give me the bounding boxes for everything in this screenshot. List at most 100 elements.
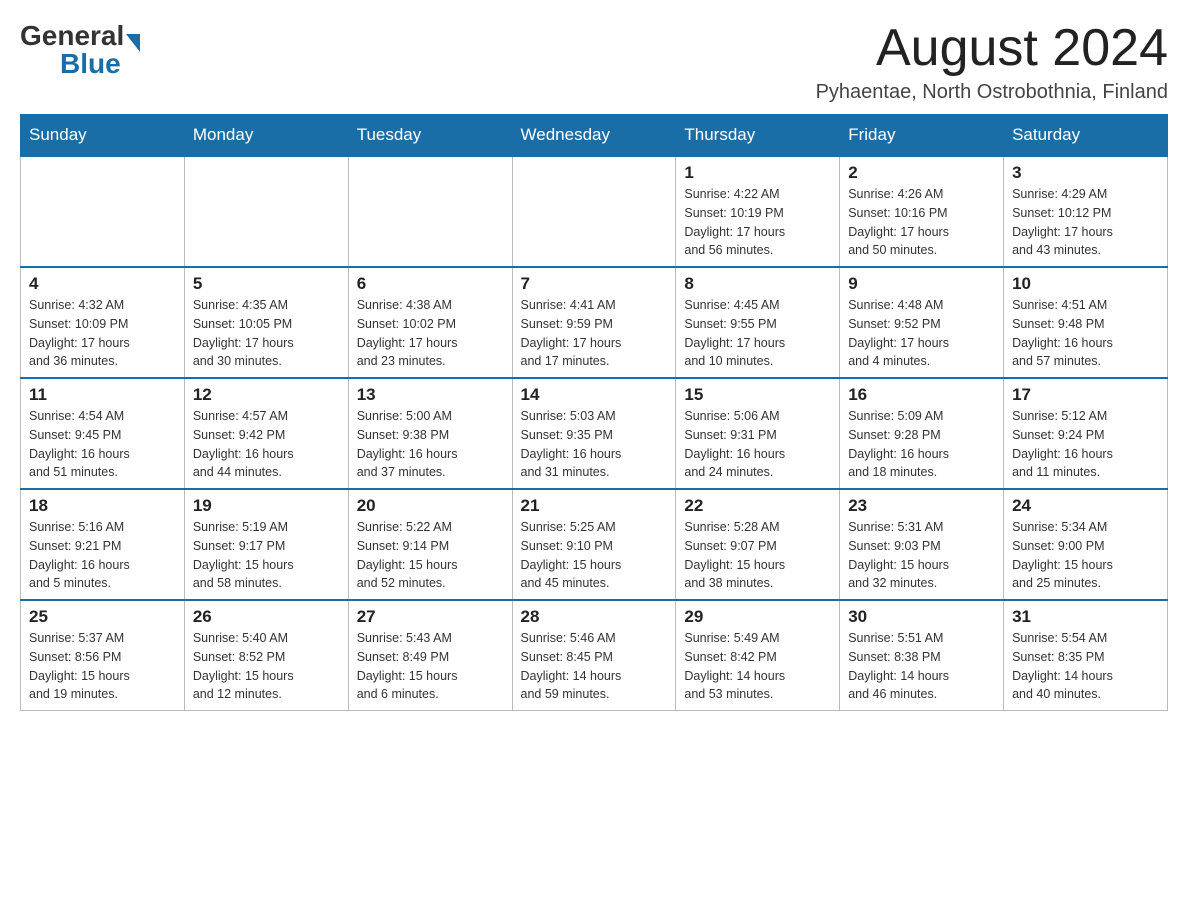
calendar-cell: 22Sunrise: 5:28 AMSunset: 9:07 PMDayligh… — [676, 489, 840, 600]
day-info: Sunrise: 5:25 AMSunset: 9:10 PMDaylight:… — [521, 518, 668, 593]
day-number: 30 — [848, 607, 995, 627]
calendar-cell: 9Sunrise: 4:48 AMSunset: 9:52 PMDaylight… — [840, 267, 1004, 378]
day-number: 2 — [848, 163, 995, 183]
calendar-cell: 15Sunrise: 5:06 AMSunset: 9:31 PMDayligh… — [676, 378, 840, 489]
calendar-cell: 7Sunrise: 4:41 AMSunset: 9:59 PMDaylight… — [512, 267, 676, 378]
calendar-cell: 16Sunrise: 5:09 AMSunset: 9:28 PMDayligh… — [840, 378, 1004, 489]
day-info: Sunrise: 5:37 AMSunset: 8:56 PMDaylight:… — [29, 629, 176, 704]
header-tuesday: Tuesday — [348, 115, 512, 157]
day-number: 26 — [193, 607, 340, 627]
day-number: 13 — [357, 385, 504, 405]
week-row-4: 18Sunrise: 5:16 AMSunset: 9:21 PMDayligh… — [21, 489, 1168, 600]
title-section: August 2024 Pyhaentae, North Ostrobothni… — [816, 20, 1168, 104]
day-info: Sunrise: 5:46 AMSunset: 8:45 PMDaylight:… — [521, 629, 668, 704]
day-number: 18 — [29, 496, 176, 516]
location-title: Pyhaentae, North Ostrobothnia, Finland — [816, 81, 1168, 104]
day-number: 8 — [684, 274, 831, 294]
day-info: Sunrise: 5:51 AMSunset: 8:38 PMDaylight:… — [848, 629, 995, 704]
day-number: 23 — [848, 496, 995, 516]
day-number: 21 — [521, 496, 668, 516]
day-number: 4 — [29, 274, 176, 294]
calendar-cell: 10Sunrise: 4:51 AMSunset: 9:48 PMDayligh… — [1004, 267, 1168, 378]
weekday-header-row: Sunday Monday Tuesday Wednesday Thursday… — [21, 115, 1168, 157]
calendar-cell: 26Sunrise: 5:40 AMSunset: 8:52 PMDayligh… — [184, 600, 348, 711]
logo: General Blue — [20, 20, 140, 80]
day-info: Sunrise: 5:16 AMSunset: 9:21 PMDaylight:… — [29, 518, 176, 593]
day-number: 19 — [193, 496, 340, 516]
week-row-3: 11Sunrise: 4:54 AMSunset: 9:45 PMDayligh… — [21, 378, 1168, 489]
header-sunday: Sunday — [21, 115, 185, 157]
day-number: 15 — [684, 385, 831, 405]
day-info: Sunrise: 5:06 AMSunset: 9:31 PMDaylight:… — [684, 407, 831, 482]
calendar-cell: 24Sunrise: 5:34 AMSunset: 9:00 PMDayligh… — [1004, 489, 1168, 600]
day-info: Sunrise: 4:38 AMSunset: 10:02 PMDaylight… — [357, 296, 504, 371]
day-number: 16 — [848, 385, 995, 405]
day-info: Sunrise: 4:45 AMSunset: 9:55 PMDaylight:… — [684, 296, 831, 371]
day-info: Sunrise: 4:51 AMSunset: 9:48 PMDaylight:… — [1012, 296, 1159, 371]
logo-blue-text: Blue — [60, 48, 121, 80]
calendar-cell: 27Sunrise: 5:43 AMSunset: 8:49 PMDayligh… — [348, 600, 512, 711]
day-info: Sunrise: 4:48 AMSunset: 9:52 PMDaylight:… — [848, 296, 995, 371]
day-info: Sunrise: 5:49 AMSunset: 8:42 PMDaylight:… — [684, 629, 831, 704]
day-info: Sunrise: 5:34 AMSunset: 9:00 PMDaylight:… — [1012, 518, 1159, 593]
day-info: Sunrise: 4:41 AMSunset: 9:59 PMDaylight:… — [521, 296, 668, 371]
calendar-cell — [512, 156, 676, 267]
calendar-cell: 13Sunrise: 5:00 AMSunset: 9:38 PMDayligh… — [348, 378, 512, 489]
day-number: 9 — [848, 274, 995, 294]
page-header: General Blue August 2024 Pyhaentae, Nort… — [20, 20, 1168, 104]
day-number: 24 — [1012, 496, 1159, 516]
day-number: 14 — [521, 385, 668, 405]
day-number: 11 — [29, 385, 176, 405]
week-row-1: 1Sunrise: 4:22 AMSunset: 10:19 PMDayligh… — [21, 156, 1168, 267]
calendar-cell: 5Sunrise: 4:35 AMSunset: 10:05 PMDayligh… — [184, 267, 348, 378]
day-info: Sunrise: 5:28 AMSunset: 9:07 PMDaylight:… — [684, 518, 831, 593]
calendar-cell: 23Sunrise: 5:31 AMSunset: 9:03 PMDayligh… — [840, 489, 1004, 600]
day-number: 1 — [684, 163, 831, 183]
calendar-cell: 11Sunrise: 4:54 AMSunset: 9:45 PMDayligh… — [21, 378, 185, 489]
week-row-2: 4Sunrise: 4:32 AMSunset: 10:09 PMDayligh… — [21, 267, 1168, 378]
day-number: 6 — [357, 274, 504, 294]
calendar-cell: 30Sunrise: 5:51 AMSunset: 8:38 PMDayligh… — [840, 600, 1004, 711]
calendar-cell: 17Sunrise: 5:12 AMSunset: 9:24 PMDayligh… — [1004, 378, 1168, 489]
calendar-cell: 14Sunrise: 5:03 AMSunset: 9:35 PMDayligh… — [512, 378, 676, 489]
calendar-cell: 3Sunrise: 4:29 AMSunset: 10:12 PMDayligh… — [1004, 156, 1168, 267]
day-info: Sunrise: 5:40 AMSunset: 8:52 PMDaylight:… — [193, 629, 340, 704]
day-number: 20 — [357, 496, 504, 516]
day-number: 27 — [357, 607, 504, 627]
calendar-cell — [348, 156, 512, 267]
calendar-table: Sunday Monday Tuesday Wednesday Thursday… — [20, 114, 1168, 711]
calendar-cell: 29Sunrise: 5:49 AMSunset: 8:42 PMDayligh… — [676, 600, 840, 711]
day-info: Sunrise: 5:03 AMSunset: 9:35 PMDaylight:… — [521, 407, 668, 482]
day-info: Sunrise: 5:22 AMSunset: 9:14 PMDaylight:… — [357, 518, 504, 593]
day-number: 10 — [1012, 274, 1159, 294]
calendar-cell — [21, 156, 185, 267]
day-info: Sunrise: 5:12 AMSunset: 9:24 PMDaylight:… — [1012, 407, 1159, 482]
header-saturday: Saturday — [1004, 115, 1168, 157]
day-info: Sunrise: 4:26 AMSunset: 10:16 PMDaylight… — [848, 185, 995, 260]
day-number: 12 — [193, 385, 340, 405]
header-monday: Monday — [184, 115, 348, 157]
day-info: Sunrise: 5:31 AMSunset: 9:03 PMDaylight:… — [848, 518, 995, 593]
day-number: 7 — [521, 274, 668, 294]
day-number: 29 — [684, 607, 831, 627]
calendar-cell: 8Sunrise: 4:45 AMSunset: 9:55 PMDaylight… — [676, 267, 840, 378]
day-number: 31 — [1012, 607, 1159, 627]
calendar-cell: 20Sunrise: 5:22 AMSunset: 9:14 PMDayligh… — [348, 489, 512, 600]
calendar-cell: 21Sunrise: 5:25 AMSunset: 9:10 PMDayligh… — [512, 489, 676, 600]
calendar-cell: 31Sunrise: 5:54 AMSunset: 8:35 PMDayligh… — [1004, 600, 1168, 711]
header-wednesday: Wednesday — [512, 115, 676, 157]
calendar-cell: 28Sunrise: 5:46 AMSunset: 8:45 PMDayligh… — [512, 600, 676, 711]
day-info: Sunrise: 4:54 AMSunset: 9:45 PMDaylight:… — [29, 407, 176, 482]
day-number: 22 — [684, 496, 831, 516]
day-info: Sunrise: 4:57 AMSunset: 9:42 PMDaylight:… — [193, 407, 340, 482]
calendar-cell: 2Sunrise: 4:26 AMSunset: 10:16 PMDayligh… — [840, 156, 1004, 267]
day-info: Sunrise: 4:29 AMSunset: 10:12 PMDaylight… — [1012, 185, 1159, 260]
day-number: 3 — [1012, 163, 1159, 183]
day-info: Sunrise: 5:19 AMSunset: 9:17 PMDaylight:… — [193, 518, 340, 593]
week-row-5: 25Sunrise: 5:37 AMSunset: 8:56 PMDayligh… — [21, 600, 1168, 711]
calendar-cell: 18Sunrise: 5:16 AMSunset: 9:21 PMDayligh… — [21, 489, 185, 600]
calendar-cell: 25Sunrise: 5:37 AMSunset: 8:56 PMDayligh… — [21, 600, 185, 711]
day-info: Sunrise: 4:32 AMSunset: 10:09 PMDaylight… — [29, 296, 176, 371]
day-info: Sunrise: 5:09 AMSunset: 9:28 PMDaylight:… — [848, 407, 995, 482]
day-info: Sunrise: 5:54 AMSunset: 8:35 PMDaylight:… — [1012, 629, 1159, 704]
